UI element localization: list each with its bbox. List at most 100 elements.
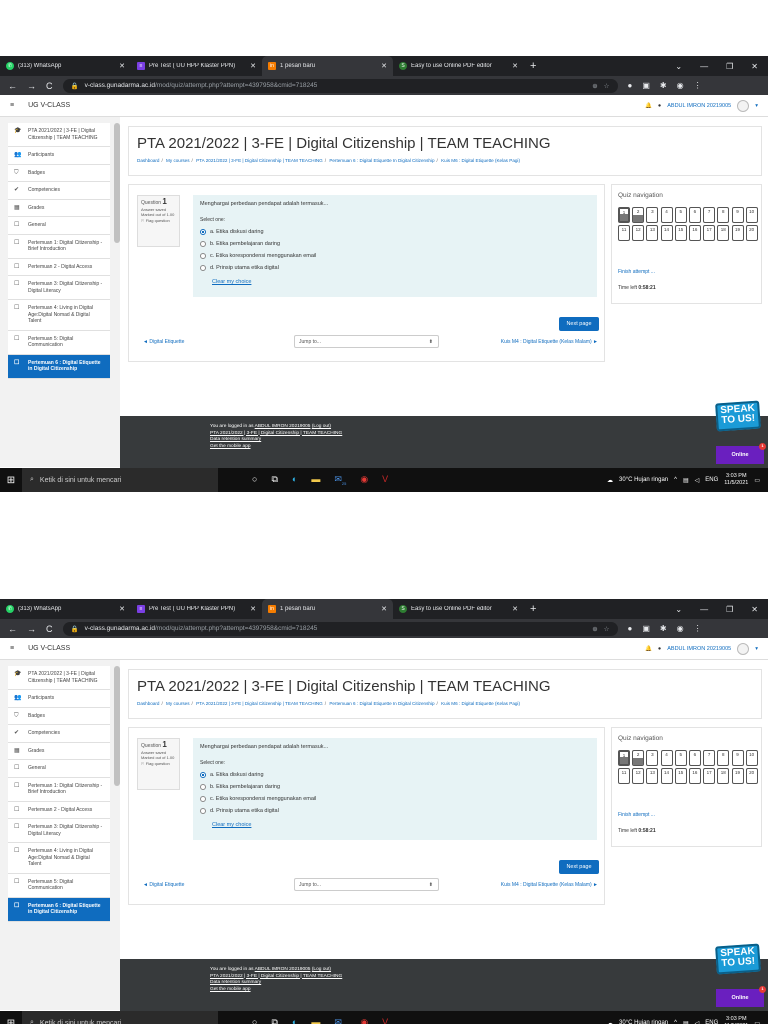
quiz-nav-button[interactable]: 8 [717, 750, 730, 766]
quiz-nav-button[interactable]: 7 [703, 750, 716, 766]
address-bar[interactable]: 🔒 v-class.gunadarma.ac.id/mod/quiz/attem… [62, 78, 618, 93]
address-bar[interactable]: 🔒 v-class.gunadarma.ac.id/mod/quiz/attem… [62, 621, 618, 636]
quiz-nav-button[interactable]: 17 [703, 225, 716, 242]
drawer-item-course[interactable]: 🎓 PTA 2021/2022 | 3-FE | Digital Citizens… [8, 666, 110, 690]
drawer-item-grades[interactable]: ▦ Grades [8, 742, 110, 760]
quiz-nav-button[interactable]: 4 [660, 207, 673, 223]
drawer-item-grades[interactable]: ▦ Grades [8, 199, 110, 217]
quiz-nav-button[interactable]: 18 [717, 768, 730, 785]
quiz-nav-button[interactable]: 5 [674, 207, 687, 223]
logout-link[interactable]: (Log out) [312, 424, 331, 429]
task-view-icon[interactable]: ⧉ [271, 474, 277, 486]
tab-whatsapp[interactable]: ✆ (313) WhatsApp ✕ [0, 56, 131, 76]
prev-activity-link[interactable]: ◄ Digital Etiquette [143, 882, 184, 888]
network-icon[interactable]: ▤ [683, 1020, 689, 1024]
site-name[interactable]: UG V-CLASS [28, 102, 70, 109]
zoom-icon[interactable]: ⊕ [592, 82, 597, 90]
back-icon[interactable]: ← [8, 81, 17, 91]
quiz-nav-button[interactable]: 3 [646, 750, 659, 766]
chevron-up-icon[interactable]: ^ [674, 1020, 677, 1024]
drawer-item-badges[interactable]: ⛉ Badges [8, 707, 110, 725]
close-icon[interactable]: ✕ [381, 62, 387, 70]
windows-start-icon[interactable]: ⊞ [0, 1018, 22, 1024]
finish-attempt-link[interactable]: Finish attempt ... [618, 812, 655, 818]
quiz-nav-button[interactable]: 15 [674, 225, 687, 242]
reload-icon[interactable]: C [46, 81, 53, 91]
profile-icon[interactable]: ◉ [677, 81, 684, 90]
quiz-nav-button[interactable]: 1 [618, 750, 630, 766]
mail-icon[interactable]: ✉25 [334, 1017, 346, 1024]
windows-start-icon[interactable]: ⊞ [0, 475, 22, 486]
jump-to-select[interactable]: Jump to... ⬍ [294, 335, 439, 348]
restore-button[interactable]: ❐ [726, 605, 733, 614]
quiz-nav-button[interactable]: 13 [646, 225, 659, 242]
clock[interactable]: 3:03 PM11/5/2021 [724, 473, 748, 487]
drawer-item-week2[interactable]: ☐ Pertemuan 2 - Digital Access [8, 258, 110, 276]
online-chat-button[interactable]: Online 1 [716, 443, 766, 464]
quiz-nav-button[interactable]: 18 [717, 225, 730, 242]
quiz-nav-button[interactable]: 11 [618, 768, 630, 785]
drawer-scrollbar[interactable] [114, 666, 120, 786]
quiz-nav-button[interactable]: 5 [674, 750, 687, 766]
drawer-item-week5[interactable]: ☐ Pertemuan 5: Digital Communication [8, 330, 110, 355]
file-explorer-icon[interactable]: ▬ [311, 1017, 320, 1024]
answer-option-a[interactable]: a. Etika diskusi daring [200, 772, 590, 778]
quiz-nav-button[interactable]: 12 [632, 768, 645, 785]
answer-option-d[interactable]: d. Prinsip utama etika digital [200, 265, 590, 271]
notifications-icon[interactable]: ▭ [754, 477, 760, 484]
clock[interactable]: 3:03 PM11/5/2021 [724, 1016, 748, 1024]
drawer-item-week5[interactable]: ☐ Pertemuan 5: Digital Communication [8, 873, 110, 898]
drawer-item-week3[interactable]: ☐ Pertemuan 3: Digital Citizenship - Digi… [8, 819, 110, 843]
answer-option-a[interactable]: a. Etika diskusi daring [200, 229, 590, 235]
chevron-down-icon[interactable]: ▾ [755, 103, 758, 109]
answer-option-c[interactable]: c. Etika korespondensi menggunakan email [200, 796, 590, 802]
quiz-nav-button[interactable]: 20 [745, 768, 758, 785]
speak-to-us-badge[interactable]: SPEAK TO US! [715, 943, 761, 975]
close-icon[interactable]: ✕ [512, 62, 518, 70]
drawer-item-week3[interactable]: ☐ Pertemuan 3: Digital Citizenship - Digi… [8, 276, 110, 300]
footer-user-link[interactable]: ABDUL IMRON 20219005 [255, 424, 311, 429]
avatar[interactable] [737, 99, 750, 112]
close-icon[interactable]: ✕ [119, 62, 125, 70]
edge-icon[interactable]: ◐ [292, 1017, 297, 1024]
quiz-nav-button[interactable]: 10 [745, 750, 758, 766]
weather-text[interactable]: 30°C Hujan ringan [619, 477, 668, 483]
back-icon[interactable]: ← [8, 624, 17, 634]
extension-icon[interactable]: ● [628, 81, 633, 90]
quiz-nav-button[interactable]: 7 [703, 207, 716, 223]
weather-icon[interactable]: ☁ [607, 1020, 613, 1024]
answer-option-c[interactable]: c. Etika korespondensi menggunakan email [200, 253, 590, 259]
avatar[interactable] [737, 642, 750, 655]
new-tab-button[interactable]: + [524, 603, 542, 615]
cortana-icon[interactable]: ○ [252, 1017, 257, 1024]
radio-b[interactable] [200, 241, 206, 247]
drawer-item-participants[interactable]: 👥 Participants [8, 147, 110, 165]
site-name[interactable]: UG V-CLASS [28, 645, 70, 652]
mail-icon[interactable]: ✉25 [334, 474, 346, 486]
profile-icon[interactable]: ◉ [677, 624, 684, 633]
menu-icon[interactable]: ⋮ [694, 81, 702, 90]
logout-link[interactable]: (Log out) [312, 967, 331, 972]
mobile-app-link[interactable]: Get the mobile app [210, 987, 342, 994]
radio-d[interactable] [200, 808, 206, 814]
quiz-nav-button[interactable]: 16 [688, 225, 701, 242]
tab-search-icon[interactable]: ⌄ [675, 605, 682, 614]
answer-option-d[interactable]: d. Prinsip utama etika digital [200, 808, 590, 814]
drawer-item-course[interactable]: 🎓 PTA 2021/2022 | 3-FE | Digital Citizens… [8, 123, 110, 147]
drawer-item-week4[interactable]: ☐ Pertemuan 4: Living in Digital Age:Digi… [8, 843, 110, 874]
hamburger-icon[interactable]: ≡ [10, 645, 14, 652]
close-icon[interactable]: ✕ [119, 605, 125, 613]
menu-icon[interactable]: ⋮ [694, 624, 702, 633]
drawer-item-competencies[interactable]: ✔ Competencies [8, 725, 110, 743]
quiz-nav-button[interactable]: 14 [660, 225, 673, 242]
cortana-icon[interactable]: ○ [252, 474, 257, 486]
quiz-nav-button[interactable]: 9 [731, 207, 744, 223]
restore-button[interactable]: ❐ [726, 62, 733, 71]
star-icon[interactable]: ☆ [604, 625, 610, 633]
drawer-item-general[interactable]: ☐ General [8, 760, 110, 778]
tab-pretest[interactable]: ≡ Pre Test ( UU HPP Klaster PPN) ✕ [131, 56, 262, 76]
quiz-nav-button[interactable]: 13 [646, 768, 659, 785]
quiz-nav-button[interactable]: 14 [660, 768, 673, 785]
chat-icon[interactable]: ● [658, 646, 661, 652]
volume-icon[interactable]: ◁ [695, 477, 700, 484]
